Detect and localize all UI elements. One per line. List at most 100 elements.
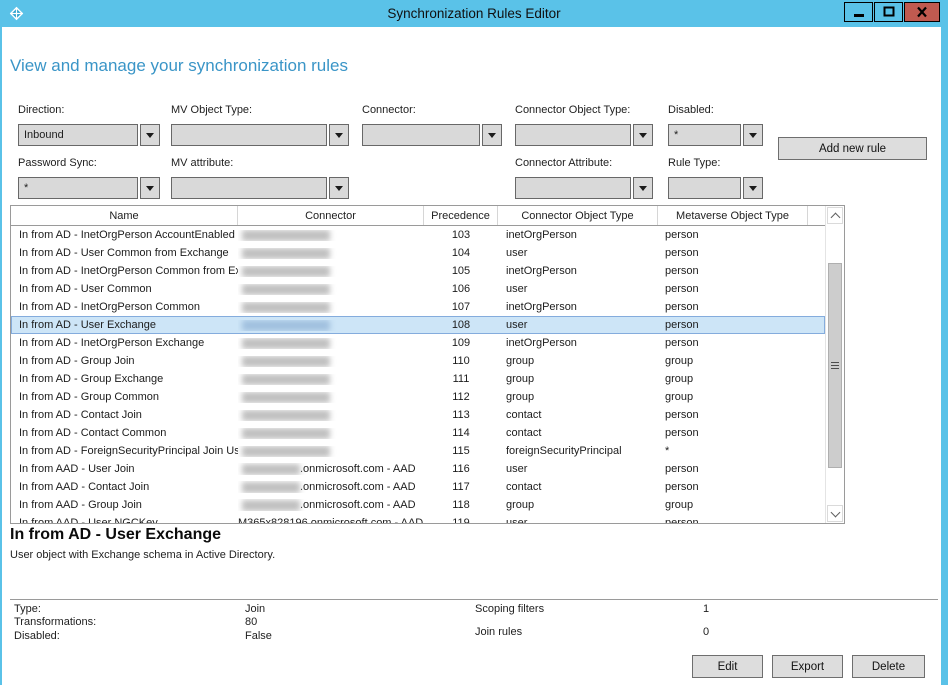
connector-cell bbox=[238, 302, 424, 313]
table-row[interactable]: In from AD - InetOrgPerson Exchange109in… bbox=[11, 334, 825, 352]
mv-attribute-value bbox=[171, 177, 327, 199]
table-row[interactable]: In from AD - Group Join110groupgroup bbox=[11, 352, 825, 370]
column-header-connector[interactable]: Connector bbox=[238, 206, 424, 225]
redacted-connector bbox=[242, 428, 330, 439]
close-icon bbox=[916, 6, 928, 18]
redacted-connector bbox=[242, 248, 330, 259]
rule-name-cell: In from AD - InetOrgPerson Common from E… bbox=[11, 265, 238, 277]
connector-attribute-combobox[interactable] bbox=[515, 177, 653, 199]
filter-direction: Direction: Inbound bbox=[18, 104, 160, 146]
column-header-metaverse-object-type[interactable]: Metaverse Object Type bbox=[658, 206, 808, 225]
precedence-cell: 110 bbox=[424, 355, 498, 367]
type-value: Join bbox=[245, 603, 265, 615]
precedence-cell: 107 bbox=[424, 301, 498, 313]
metaverse-object-type-cell: group bbox=[658, 355, 808, 367]
scrollbar-thumb[interactable] bbox=[828, 263, 842, 468]
chevron-down-icon[interactable] bbox=[329, 124, 349, 146]
chevron-down-icon[interactable] bbox=[140, 177, 160, 199]
table-row[interactable]: In from AD - ForeignSecurityPrincipal Jo… bbox=[11, 442, 825, 460]
scroll-up-button[interactable] bbox=[827, 207, 843, 224]
table-row[interactable]: In from AD - InetOrgPerson AccountEnable… bbox=[11, 226, 825, 244]
connector-object-type-combobox[interactable] bbox=[515, 124, 653, 146]
filter-connector-attribute: Connector Attribute: bbox=[515, 157, 653, 199]
join-rules-label: Join rules bbox=[475, 626, 703, 638]
type-label: Type: bbox=[14, 603, 245, 615]
table-row[interactable]: In from AD - Contact Join113contactperso… bbox=[11, 406, 825, 424]
metaverse-object-type-cell: person bbox=[658, 337, 808, 349]
table-row[interactable]: In from AD - Group Exchange111groupgroup bbox=[11, 370, 825, 388]
table-row[interactable]: In from AD - User Common from Exchange10… bbox=[11, 244, 825, 262]
metaverse-object-type-cell: person bbox=[658, 319, 808, 331]
precedence-cell: 113 bbox=[424, 409, 498, 421]
redacted-connector bbox=[242, 302, 330, 313]
metaverse-object-type-cell: person bbox=[658, 265, 808, 277]
grip-icon bbox=[831, 362, 839, 370]
column-header-name[interactable]: Name bbox=[11, 206, 238, 225]
redacted-connector bbox=[242, 482, 300, 493]
edit-button[interactable]: Edit bbox=[692, 655, 763, 678]
delete-button[interactable]: Delete bbox=[852, 655, 925, 678]
table-row[interactable]: In from AAD - Contact Join.onmicrosoft.c… bbox=[11, 478, 825, 496]
table-row[interactable]: In from AD - InetOrgPerson Common from E… bbox=[11, 262, 825, 280]
vertical-scrollbar[interactable] bbox=[825, 206, 844, 523]
table-row[interactable]: In from AAD - User NGCKeyM365x828196.onm… bbox=[11, 514, 825, 523]
mv-object-type-combobox[interactable] bbox=[171, 124, 349, 146]
rule-name-cell: In from AD - User Exchange bbox=[11, 319, 238, 331]
minimize-button[interactable] bbox=[844, 2, 873, 22]
filter-disabled: Disabled: * bbox=[668, 104, 763, 146]
precedence-cell: 117 bbox=[424, 481, 498, 493]
disabled-combobox[interactable]: * bbox=[668, 124, 763, 146]
precedence-cell: 105 bbox=[424, 265, 498, 277]
table-row[interactable]: In from AAD - Group Join.onmicrosoft.com… bbox=[11, 496, 825, 514]
chevron-down-icon[interactable] bbox=[743, 177, 763, 199]
maximize-button[interactable] bbox=[874, 2, 903, 22]
chevron-down-icon[interactable] bbox=[140, 124, 160, 146]
chevron-down-icon[interactable] bbox=[482, 124, 502, 146]
metaverse-object-type-cell: person bbox=[658, 409, 808, 421]
table-row[interactable]: In from AAD - User Join.onmicrosoft.com … bbox=[11, 460, 825, 478]
chevron-down-icon[interactable] bbox=[633, 177, 653, 199]
filter-connector-object-type: Connector Object Type: bbox=[515, 104, 653, 146]
table-row[interactable]: In from AD - InetOrgPerson Common107inet… bbox=[11, 298, 825, 316]
join-rules-value: 0 bbox=[703, 626, 709, 638]
precedence-cell: 116 bbox=[424, 463, 498, 475]
redacted-connector bbox=[242, 410, 330, 421]
mv-object-type-label: MV Object Type: bbox=[171, 104, 349, 116]
connector-cell bbox=[238, 284, 424, 295]
metaverse-object-type-cell: group bbox=[658, 499, 808, 511]
rule-name-cell: In from AD - ForeignSecurityPrincipal Jo… bbox=[11, 445, 238, 457]
rule-name-cell: In from AD - Group Common bbox=[11, 391, 238, 403]
chevron-down-icon[interactable] bbox=[633, 124, 653, 146]
connector-object-type-cell: user bbox=[498, 247, 658, 259]
column-header-connector-object-type[interactable]: Connector Object Type bbox=[498, 206, 658, 225]
direction-value: Inbound bbox=[18, 124, 138, 146]
table-row[interactable]: In from AD - Group Common112groupgroup bbox=[11, 388, 825, 406]
disabled-value: * bbox=[668, 124, 741, 146]
connector-cell bbox=[238, 428, 424, 439]
rule-type-combobox[interactable] bbox=[668, 177, 763, 199]
connector-object-type-cell: user bbox=[498, 517, 658, 523]
mv-attribute-combobox[interactable] bbox=[171, 177, 349, 199]
mv-object-type-value bbox=[171, 124, 327, 146]
metaverse-object-type-cell: person bbox=[658, 247, 808, 259]
chevron-down-icon[interactable] bbox=[743, 124, 763, 146]
close-button[interactable] bbox=[904, 2, 940, 22]
column-header-precedence[interactable]: Precedence bbox=[424, 206, 498, 225]
connector-value bbox=[362, 124, 480, 146]
export-button[interactable]: Export bbox=[772, 655, 843, 678]
add-new-rule-button[interactable]: Add new rule bbox=[778, 137, 927, 160]
table-row[interactable]: In from AD - Contact Common114contactper… bbox=[11, 424, 825, 442]
direction-combobox[interactable]: Inbound bbox=[18, 124, 160, 146]
precedence-cell: 118 bbox=[424, 499, 498, 511]
rule-name-cell: In from AAD - Group Join bbox=[11, 499, 238, 511]
precedence-cell: 112 bbox=[424, 391, 498, 403]
connector-cell bbox=[238, 230, 424, 241]
table-row[interactable]: In from AD - User Common106userperson bbox=[11, 280, 825, 298]
connector-combobox[interactable] bbox=[362, 124, 502, 146]
chevron-down-icon[interactable] bbox=[329, 177, 349, 199]
redacted-connector bbox=[242, 446, 330, 457]
password-sync-combobox[interactable]: * bbox=[18, 177, 160, 199]
titlebar: Synchronization Rules Editor bbox=[0, 0, 948, 27]
scroll-down-button[interactable] bbox=[827, 505, 843, 522]
table-row[interactable]: In from AD - User Exchange108userperson bbox=[11, 316, 825, 334]
